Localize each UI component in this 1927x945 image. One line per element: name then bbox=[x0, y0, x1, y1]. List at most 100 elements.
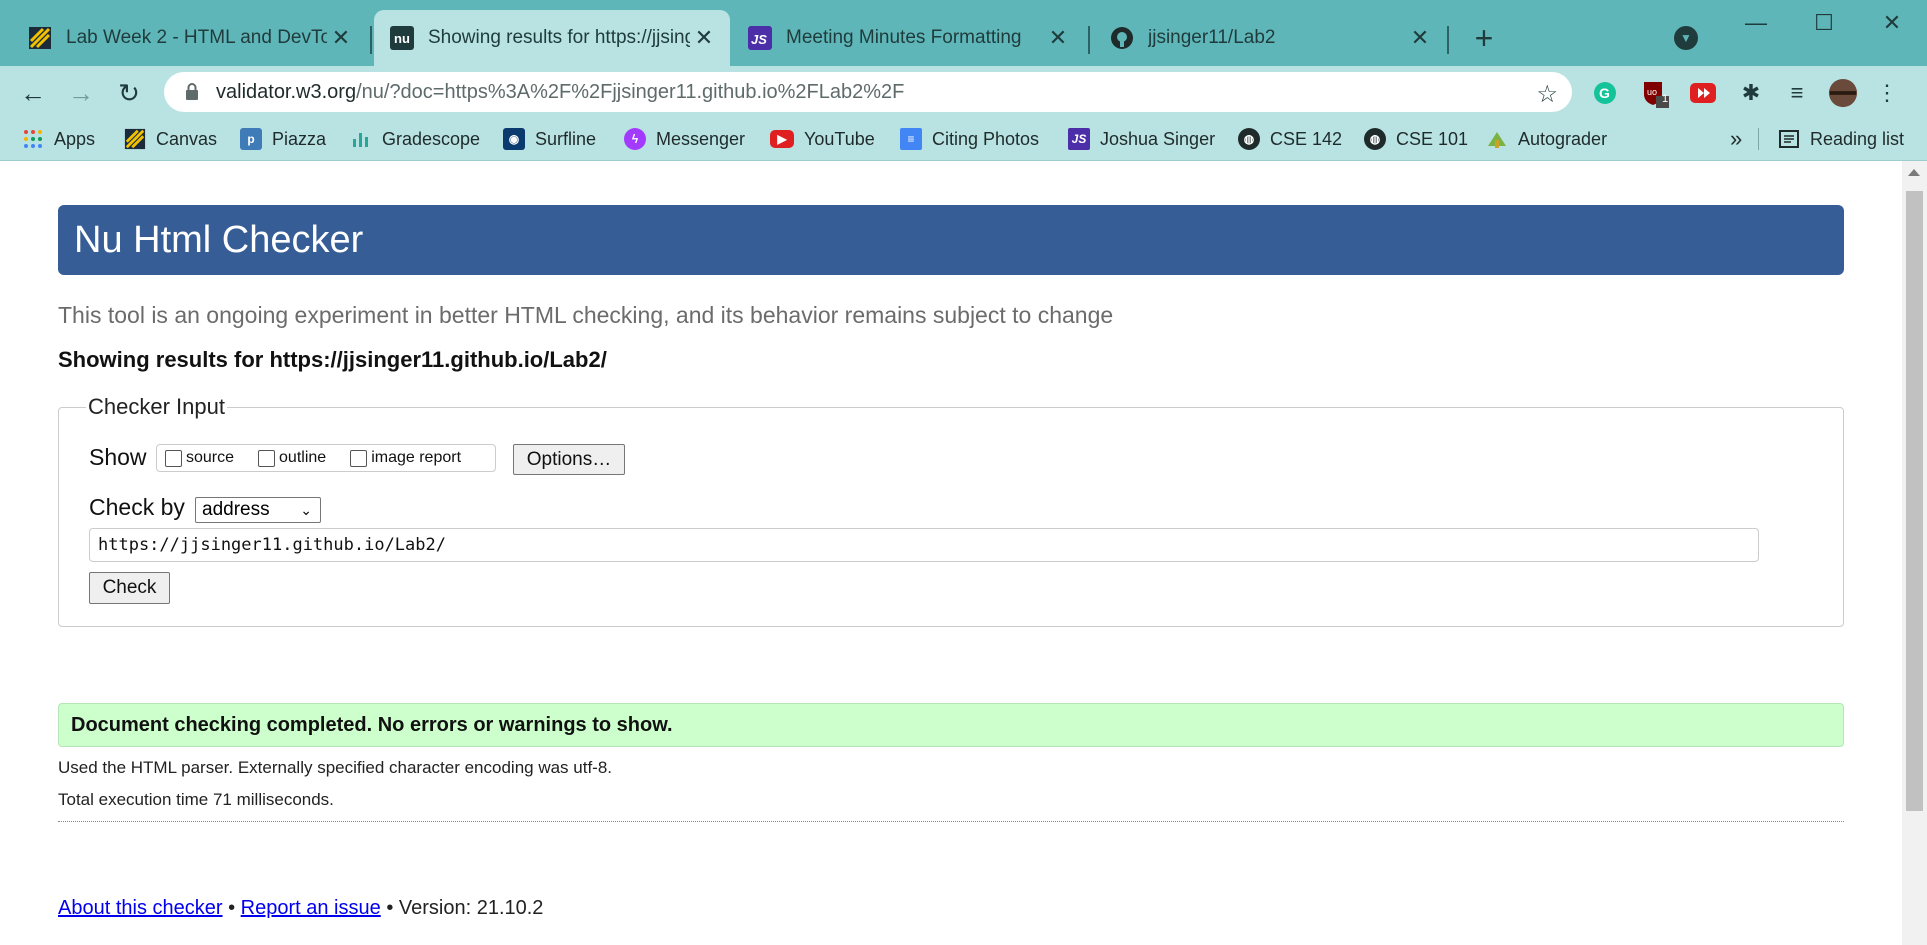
bookmark-piazza[interactable]: p Piazza bbox=[240, 126, 326, 152]
show-label: Show bbox=[89, 444, 147, 470]
browser-toolbar: ← → ↻ validator.w3.org/nu/?doc=https%3A%… bbox=[0, 66, 1927, 118]
close-icon[interactable]: ✕ bbox=[1044, 24, 1072, 52]
results-heading: Showing results for https://jjsinger11.g… bbox=[58, 347, 607, 372]
grammarly-icon[interactable]: G bbox=[1590, 78, 1620, 108]
kebab-menu-icon[interactable]: ⋮ bbox=[1872, 78, 1902, 108]
tagline: This tool is an ongoing experiment in be… bbox=[58, 302, 1114, 328]
bookmark-messenger[interactable]: ϟ Messenger bbox=[624, 126, 745, 152]
js-icon: JS bbox=[748, 26, 772, 50]
avatar[interactable] bbox=[1828, 78, 1858, 108]
show-options-group: source outline image report bbox=[156, 444, 496, 472]
nu-validator-icon: nu bbox=[390, 26, 414, 50]
page-content: Nu Html Checker This tool is an ongoing … bbox=[0, 161, 1902, 945]
svg-text:uo: uo bbox=[1647, 87, 1657, 97]
google-docs-icon: ≡ bbox=[900, 128, 922, 150]
github-icon bbox=[1110, 26, 1134, 50]
globe-icon: ◍ bbox=[1238, 128, 1260, 150]
reading-list-icon bbox=[1778, 128, 1800, 150]
svg-text:nu: nu bbox=[394, 31, 410, 46]
checker-input-legend: Checker Input bbox=[86, 394, 227, 420]
puzzle-extensions-icon[interactable]: ✱ bbox=[1736, 78, 1766, 108]
bookmarks-bar: Apps Canvas p Piazza Gradescope ◉ Surfli… bbox=[0, 118, 1927, 161]
new-tab-plus-icon[interactable]: + bbox=[1466, 20, 1502, 56]
checkbox-box[interactable] bbox=[165, 449, 182, 467]
svg-text:JS: JS bbox=[751, 32, 767, 47]
url-input[interactable]: https://jjsinger11.github.io/Lab2/ bbox=[89, 528, 1759, 562]
gradescope-icon bbox=[350, 128, 372, 150]
outline-checkbox[interactable]: outline bbox=[258, 449, 326, 467]
bookmark-cse-101[interactable]: ◍ CSE 101 bbox=[1364, 126, 1468, 152]
execution-time-info: Total execution time 71 milliseconds. bbox=[58, 790, 334, 809]
tab-separator bbox=[1447, 26, 1449, 54]
tab-title: Showing results for https://jjsinger11.g… bbox=[428, 27, 690, 48]
svg-text:G: G bbox=[1599, 85, 1610, 101]
youtube-icon: ▶ bbox=[770, 130, 794, 148]
piazza-icon: p bbox=[240, 128, 262, 150]
browser-titlebar: Lab Week 2 - HTML and DevTools ✕ nu Show… bbox=[0, 0, 1927, 66]
tab-meeting-minutes[interactable]: JS Meeting Minutes Formatting ✕ bbox=[732, 10, 1084, 66]
bookmarks-overflow-chevron-icon[interactable]: » bbox=[1730, 126, 1742, 152]
footer-separator: • bbox=[228, 897, 236, 919]
tab-nu-checker[interactable]: nu Showing results for https://jjsinger1… bbox=[374, 10, 730, 66]
options-button[interactable]: Options… bbox=[513, 444, 625, 475]
apps-grid-icon bbox=[22, 128, 44, 150]
close-icon[interactable]: ✕ bbox=[327, 24, 355, 52]
surfline-icon: ◉ bbox=[503, 128, 525, 150]
bookmark-apps[interactable]: Apps bbox=[22, 126, 95, 152]
close-icon[interactable]: ✕ bbox=[690, 24, 718, 52]
close-icon[interactable]: ✕ bbox=[1406, 24, 1434, 52]
bookmarks-divider bbox=[1758, 128, 1759, 150]
canvas-icon bbox=[124, 128, 146, 150]
checkbox-box[interactable] bbox=[258, 449, 276, 467]
footer: About this checker • Report an issue • V… bbox=[58, 897, 543, 920]
about-checker-link[interactable]: About this checker bbox=[58, 897, 223, 919]
forward-arrow-icon[interactable]: → bbox=[64, 76, 98, 110]
parser-info: Used the HTML parser. Externally specifi… bbox=[58, 758, 613, 777]
checkbox-box[interactable] bbox=[350, 449, 368, 467]
reading-list-button[interactable]: Reading list bbox=[1778, 126, 1904, 152]
youtube-extension-icon[interactable] bbox=[1688, 78, 1718, 108]
scrollbar-thumb[interactable] bbox=[1906, 191, 1923, 811]
source-checkbox[interactable]: source bbox=[165, 449, 234, 467]
autograder-icon bbox=[1486, 128, 1508, 150]
tab-search-icon[interactable]: ▼ bbox=[1674, 26, 1698, 50]
page-title: Nu Html Checker bbox=[58, 205, 1844, 275]
js-icon: JS bbox=[1068, 128, 1090, 150]
bookmark-citing-photos[interactable]: ≡ Citing Photos bbox=[900, 126, 1039, 152]
lock-icon[interactable] bbox=[180, 83, 204, 101]
extension-badge: 1 bbox=[1662, 93, 1669, 105]
maximize-icon[interactable]: ☐ bbox=[1794, 8, 1854, 38]
canvas-icon bbox=[28, 26, 52, 50]
address-url: validator.w3.org/nu/?doc=https%3A%2F%2Fj… bbox=[216, 80, 905, 103]
bookmark-star-icon[interactable]: ☆ bbox=[1536, 80, 1558, 109]
tab-title: Lab Week 2 - HTML and DevTools bbox=[66, 27, 327, 48]
scroll-up-arrow-icon[interactable] bbox=[1908, 169, 1920, 176]
media-queue-icon[interactable]: ≡ bbox=[1782, 78, 1812, 108]
bookmark-joshua-singer[interactable]: JS Joshua Singer bbox=[1068, 126, 1215, 152]
bookmark-youtube[interactable]: ▶ YouTube bbox=[770, 126, 875, 152]
bookmark-canvas[interactable]: Canvas bbox=[124, 126, 217, 152]
tab-separator bbox=[370, 26, 372, 54]
tab-title: Meeting Minutes Formatting bbox=[786, 27, 1022, 48]
window-close-icon[interactable]: ✕ bbox=[1862, 8, 1922, 38]
vertical-scrollbar[interactable] bbox=[1902, 161, 1927, 945]
bookmark-gradescope[interactable]: Gradescope bbox=[350, 126, 480, 152]
ublock-icon[interactable]: uo 1 bbox=[1640, 78, 1670, 108]
tab-title: jjsinger11/Lab2 bbox=[1148, 27, 1276, 48]
tab-lab-week-2[interactable]: Lab Week 2 - HTML and DevTools ✕ bbox=[12, 10, 367, 66]
address-bar[interactable]: validator.w3.org/nu/?doc=https%3A%2F%2Fj… bbox=[164, 72, 1572, 112]
minimize-icon[interactable]: — bbox=[1726, 8, 1786, 38]
image-report-checkbox[interactable]: image report bbox=[350, 449, 461, 467]
check-by-select[interactable]: address ⌄ bbox=[195, 497, 321, 523]
report-issue-link[interactable]: Report an issue bbox=[241, 897, 381, 919]
check-button[interactable]: Check bbox=[89, 572, 170, 604]
messenger-icon: ϟ bbox=[624, 128, 646, 150]
back-arrow-icon[interactable]: ← bbox=[16, 76, 50, 110]
bookmark-cse-142[interactable]: ◍ CSE 142 bbox=[1238, 126, 1342, 152]
bookmark-surfline[interactable]: ◉ Surfline bbox=[503, 126, 596, 152]
check-by-label: Check by bbox=[89, 494, 185, 520]
bookmark-autograder[interactable]: Autograder bbox=[1486, 126, 1607, 152]
reload-icon[interactable]: ↻ bbox=[112, 76, 146, 110]
chevron-down-icon: ⌄ bbox=[300, 502, 312, 518]
tab-github-lab2[interactable]: jjsinger11/Lab2 ✕ bbox=[1094, 10, 1446, 66]
